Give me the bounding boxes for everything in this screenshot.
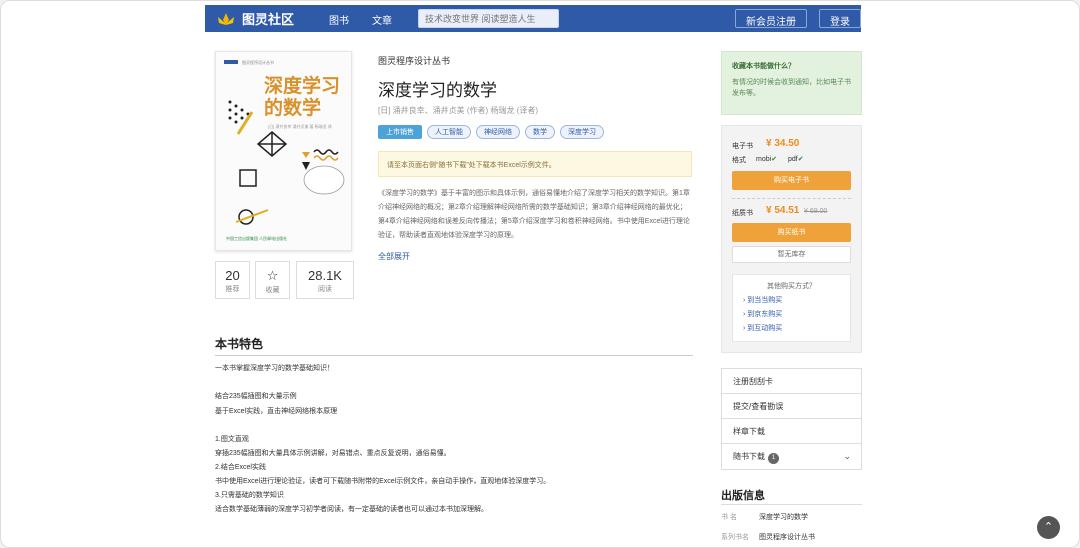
feature-line: 结合235幅插图和大量示例 <box>215 393 297 400</box>
hudong-link[interactable]: › 到互动购买 <box>743 323 850 333</box>
tag-ai[interactable]: 人工智能 <box>427 125 471 139</box>
publish-info-title: 出版信息 <box>721 490 765 502</box>
ebook-price: ¥ 34.50 <box>766 138 800 149</box>
feature-line: 1.图文直观 <box>215 436 249 443</box>
feature-line: 2.结合Excel实践 <box>215 464 266 471</box>
logo[interactable]: 图灵社区 <box>215 9 294 28</box>
recommend-count: 20 <box>225 268 240 283</box>
top-header: 图灵社区 图书 文章 新会员注册 登录 <box>1 1 1079 37</box>
divider <box>215 355 693 356</box>
dashed-divider <box>732 198 851 199</box>
feature-line: 3.只需基础的数学知识 <box>215 492 284 499</box>
paper-price: ¥ 54.51 <box>766 205 800 216</box>
menu-sample-download[interactable]: 样章下载 <box>722 419 861 444</box>
favorite-label: 收藏 <box>265 287 280 294</box>
chevron-down-icon: ⌄ <box>843 451 851 461</box>
tag-math[interactable]: 数学 <box>525 125 555 139</box>
menu-errata[interactable]: 提交/查看勘误 <box>722 394 861 419</box>
hudong-link-text: 到互动购买 <box>747 325 783 332</box>
tag-deep-learning[interactable]: 深度学习 <box>560 125 604 139</box>
publish-value: 深度学习的数学 <box>759 514 808 521</box>
nav-books[interactable]: 图书 <box>329 12 349 27</box>
features-title: 本书特色 <box>215 337 264 351</box>
divider <box>721 504 862 505</box>
no-stock-button[interactable]: 暂无库存 <box>732 246 851 263</box>
jd-link-text: 到京东购买 <box>747 311 783 318</box>
cover-series-mark <box>224 60 238 64</box>
format-pdf: pdf✔ <box>788 155 804 163</box>
login-button[interactable]: 登录 <box>819 9 861 28</box>
tag-list: 上市销售 人工智能 神经网络 数学 深度学习 <box>378 125 604 139</box>
search-input[interactable] <box>418 9 559 28</box>
book-resources-menu: 注册刮刮卡 提交/查看勘误 样章下载 随书下载 1 ⌄ <box>721 368 862 470</box>
feature-line: 基于Excel实践，直击神经网络根本原理 <box>215 408 338 415</box>
feature-line: 一本书掌握深度学习的数学基础知识！ <box>215 365 334 372</box>
format-pdf-text: pdf <box>788 156 798 163</box>
paper-old-price: ¥ 69.00 <box>804 208 828 215</box>
buy-ebook-button[interactable]: 购买电子书 <box>732 171 851 190</box>
publish-row: 书 名 深度学习的数学 <box>721 512 808 522</box>
cover-publisher: 中国工信出版集团 人民邮电出版社 <box>226 236 288 241</box>
menu-book-download[interactable]: 随书下载 1 ⌄ <box>722 444 861 469</box>
publish-key: 系列书名 <box>721 534 749 541</box>
tip-text: 有情况的时候会收到通知，比如电子书发布等。 <box>732 79 851 97</box>
register-button[interactable]: 新会员注册 <box>735 9 807 28</box>
feature-line: 书中使用Excel进行理论验证，读者可下载随书附带的Excel示例文件，亲自动手… <box>215 478 551 485</box>
tag-neural-network[interactable]: 神经网络 <box>476 125 520 139</box>
favorite-stat[interactable]: ☆ 收藏 <box>255 261 290 299</box>
publish-key: 书 名 <box>721 514 737 521</box>
views-stat: 28.1K 阅读 <box>296 261 354 299</box>
tip-title: 收藏本书能做什么？ <box>732 63 795 70</box>
buy-paper-button[interactable]: 购买纸书 <box>732 223 851 242</box>
page: 图灵社区 图书 文章 新会员注册 登录 图灵程序设计丛书 深度学习 的数学 [日… <box>0 0 1080 548</box>
recommend-label: 推荐 <box>225 286 240 293</box>
book-series[interactable]: 图灵程序设计丛书 <box>378 54 450 67</box>
chevron-up-icon: ⌃ <box>1043 521 1054 533</box>
lotus-icon <box>215 12 237 26</box>
cover-illustration <box>228 100 345 225</box>
book-authors: [日] 涌井良幸、涌井贞美 (作者) 杨瑞龙 (译者) <box>378 106 538 115</box>
views-count: 28.1K <box>308 268 342 283</box>
download-count-badge: 1 <box>768 453 779 464</box>
publish-row: 系列书名 图灵程序设计丛书 <box>721 532 815 542</box>
format-mobi-text: mobi <box>756 156 772 163</box>
book-title: 深度学习的数学 <box>378 81 497 100</box>
check-icon: ✔ <box>797 156 804 163</box>
menu-book-download-label: 随书下载 <box>733 452 765 461</box>
nav-articles[interactable]: 文章 <box>372 12 392 27</box>
menu-register-card[interactable]: 注册刮刮卡 <box>722 369 861 394</box>
other-purchase-box: 其他购买方式？ › 到当当购买 › 到京东购买 › 到互动购买 <box>732 274 851 342</box>
tag-on-sale[interactable]: 上市销售 <box>378 125 422 139</box>
views-label: 阅读 <box>318 286 332 293</box>
download-notice: 请至本页面右侧“随书下载”处下载本书Excel示例文件。 <box>378 151 692 177</box>
expand-link[interactable]: 全部展开 <box>378 251 410 262</box>
format-label: 格式 <box>732 157 746 164</box>
logo-text: 图灵社区 <box>242 12 295 27</box>
feature-line: 穿插235幅插图和大量具体示例讲解，对易错点、重点反复说明，通俗易懂。 <box>215 450 451 457</box>
purchase-panel: 电子书 ¥ 34.50 格式 mobi✔ pdf✔ 购买电子书 纸质书 ¥ 54… <box>721 125 862 353</box>
publish-value[interactable]: 图灵程序设计丛书 <box>759 534 815 541</box>
ebook-label: 电子书 <box>732 143 753 150</box>
cover-series: 图灵程序设计丛书 <box>242 60 274 65</box>
book-description: 《深度学习的数学》基于丰富的图示和具体示例，通俗易懂地介绍了深度学习相关的数学知… <box>378 190 690 239</box>
format-mobi: mobi✔ <box>756 155 777 163</box>
jd-link[interactable]: › 到京东购买 <box>743 309 850 319</box>
book-cover[interactable]: 图灵程序设计丛书 深度学习 的数学 [日] 涌井良幸 涌井贞美 著 杨瑞龙 译 … <box>215 51 352 251</box>
dangdang-link[interactable]: › 到当当购买 <box>743 295 850 305</box>
paper-label: 纸质书 <box>732 210 753 217</box>
dangdang-link-text: 到当当购买 <box>747 297 783 304</box>
recommend-stat[interactable]: 20 推荐 <box>215 261 250 299</box>
other-purchase-title: 其他购买方式？ <box>767 283 816 290</box>
feature-line: 适合数学基础薄弱的深度学习初学者阅读，有一定基础的读者也可以通过本书加深理解。 <box>215 506 488 513</box>
star-icon: ☆ <box>266 268 279 283</box>
check-icon: ✔ <box>771 156 778 163</box>
back-to-top-button[interactable]: ⌃ <box>1037 516 1060 539</box>
nav-bar: 图灵社区 图书 文章 新会员注册 登录 <box>205 5 861 32</box>
favorite-tip: 收藏本书能做什么？ 有情况的时候会收到通知，比如电子书发布等。 <box>721 51 862 115</box>
